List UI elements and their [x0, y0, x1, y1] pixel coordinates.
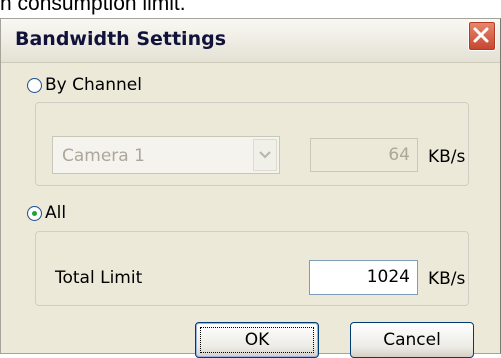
cancel-button[interactable]: Cancel: [350, 322, 474, 358]
radio-icon: [27, 77, 42, 93]
total-limit-field[interactable]: 1024: [309, 260, 418, 295]
camera-select-arrow[interactable]: [253, 139, 277, 171]
close-icon: [473, 27, 489, 43]
channel-bandwidth-unit: KB/s: [428, 147, 466, 167]
all-label: All: [45, 203, 67, 223]
bandwidth-settings-dialog: Bandwidth Settings By Channel Camera 1 6…: [0, 18, 501, 358]
camera-select-value: Camera 1: [62, 146, 145, 166]
focus-outline: [200, 327, 314, 353]
channel-bandwidth-field[interactable]: 64: [310, 138, 418, 172]
ok-button[interactable]: OK: [195, 322, 319, 358]
dialog-title: Bandwidth Settings: [15, 28, 227, 50]
camera-select[interactable]: Camera 1: [52, 136, 280, 174]
total-limit-label: Total Limit: [55, 268, 143, 288]
by-channel-radio[interactable]: By Channel: [27, 75, 142, 95]
background-caption: h consumption limit.: [0, 0, 501, 20]
total-limit-unit: KB/s: [428, 269, 466, 289]
radio-icon: [27, 205, 42, 221]
all-radio[interactable]: All: [27, 203, 66, 223]
by-channel-label: By Channel: [45, 75, 142, 95]
background-caption-text: h consumption limit.: [0, 0, 186, 15]
close-button[interactable]: [468, 21, 496, 51]
cancel-button-label: Cancel: [383, 330, 441, 350]
title-bar: Bandwidth Settings: [1, 19, 500, 63]
chevron-down-icon: [259, 151, 271, 159]
